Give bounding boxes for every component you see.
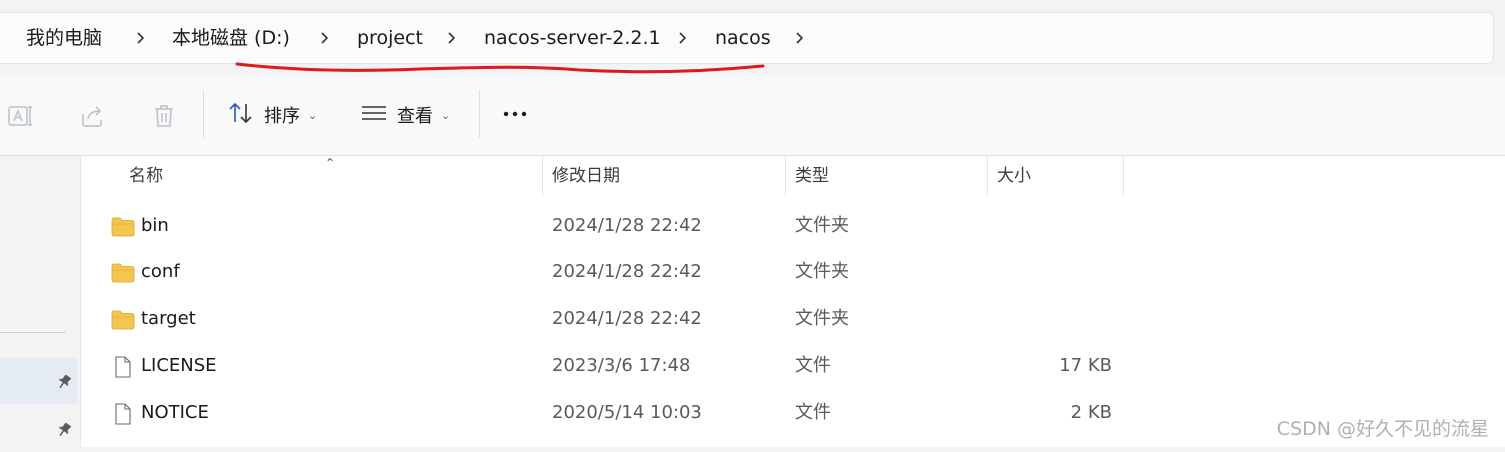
file-modified-date: 2024/1/28 22:42 (552, 308, 702, 329)
file-row[interactable]: LICENSE 2023/3/6 17:48 文件 17 KB (81, 343, 1505, 390)
breadcrumb-item-nacos[interactable]: nacos (715, 24, 771, 52)
file-name: target (141, 308, 196, 329)
file-modified-date: 2020/5/14 10:03 (552, 402, 702, 423)
file-modified-date: 2024/1/28 22:42 (552, 215, 702, 236)
chevron-right-icon[interactable] (134, 24, 148, 52)
column-divider[interactable] (987, 156, 988, 196)
column-header-name[interactable]: 名称 (129, 164, 163, 188)
delete-icon[interactable] (150, 102, 178, 130)
share-icon[interactable] (78, 102, 106, 130)
column-divider[interactable] (1123, 156, 1124, 196)
column-divider[interactable] (785, 156, 786, 196)
command-bar: 排序 ⌄ 查看 ⌄ (0, 75, 1505, 156)
file-size: 2 KB (1070, 402, 1112, 423)
chevron-right-icon[interactable] (793, 24, 807, 52)
file-name: NOTICE (141, 402, 209, 423)
sort-button[interactable]: 排序 ⌄ (228, 99, 317, 131)
sort-ascending-icon: ⌃ (325, 156, 336, 170)
column-header-date[interactable]: 修改日期 (552, 164, 620, 188)
chevron-right-icon[interactable] (676, 24, 690, 52)
view-icon (361, 101, 387, 130)
chevron-down-icon: ⌄ (308, 108, 318, 122)
breadcrumb-item-my-computer[interactable]: 我的电脑 (26, 24, 102, 52)
file-type: 文件夹 (795, 215, 849, 236)
file-type: 文件夹 (795, 308, 849, 329)
more-options-button[interactable] (503, 99, 529, 131)
file-size: 17 KB (1059, 355, 1112, 376)
column-header-size[interactable]: 大小 (997, 164, 1031, 188)
file-name: bin (141, 215, 169, 236)
file-name: conf (141, 261, 180, 282)
chevron-right-icon[interactable] (318, 24, 332, 52)
breadcrumb-item-project[interactable]: project (357, 24, 423, 52)
file-row[interactable]: conf 2024/1/28 22:42 文件夹 (81, 249, 1505, 296)
column-header-type[interactable]: 类型 (795, 164, 829, 188)
sort-icon (228, 101, 254, 130)
file-type: 文件 (795, 355, 831, 376)
sort-label: 排序 (264, 106, 300, 127)
breadcrumb-item-nacos-server[interactable]: nacos-server-2.2.1 (484, 24, 661, 52)
file-icon (111, 403, 135, 425)
toolbar-divider (479, 90, 480, 138)
nav-item-pinned[interactable] (0, 406, 78, 452)
view-button[interactable]: 查看 ⌄ (361, 99, 450, 131)
file-modified-date: 2023/3/6 17:48 (552, 355, 691, 376)
more-icon (503, 101, 529, 130)
chevron-down-icon: ⌄ (441, 108, 451, 122)
pin-icon[interactable] (55, 421, 73, 439)
watermark: CSDN @好久不见的流星 (1276, 418, 1489, 440)
nav-divider (0, 332, 66, 333)
folder-icon (111, 262, 135, 284)
file-row[interactable]: bin 2024/1/28 22:42 文件夹 (81, 203, 1505, 250)
file-icon (111, 356, 135, 378)
file-type: 文件 (795, 402, 831, 423)
file-row[interactable]: target 2024/1/28 22:42 文件夹 (81, 296, 1505, 343)
address-bar-region: 我的电脑 本地磁盘 (D:) project nacos-server-2.2.… (0, 0, 1505, 75)
view-label: 查看 (397, 106, 433, 127)
column-divider[interactable] (542, 156, 543, 196)
file-name: LICENSE (141, 355, 217, 376)
breadcrumb-item-local-disk[interactable]: 本地磁盘 (D:) (172, 24, 290, 52)
file-type: 文件夹 (795, 261, 849, 282)
chevron-right-icon[interactable] (445, 24, 459, 52)
toolbar-divider (203, 90, 204, 138)
file-list: ⌃ 名称 修改日期 类型 大小 bin 2024/1/28 22:42 文件夹 con… (81, 156, 1505, 447)
folder-icon (111, 309, 135, 331)
file-modified-date: 2024/1/28 22:42 (552, 261, 702, 282)
folder-icon (111, 216, 135, 238)
navigation-pane (0, 156, 81, 447)
rename-icon[interactable] (6, 102, 34, 130)
nav-item-pinned[interactable] (0, 358, 78, 404)
pin-icon[interactable] (55, 373, 73, 391)
